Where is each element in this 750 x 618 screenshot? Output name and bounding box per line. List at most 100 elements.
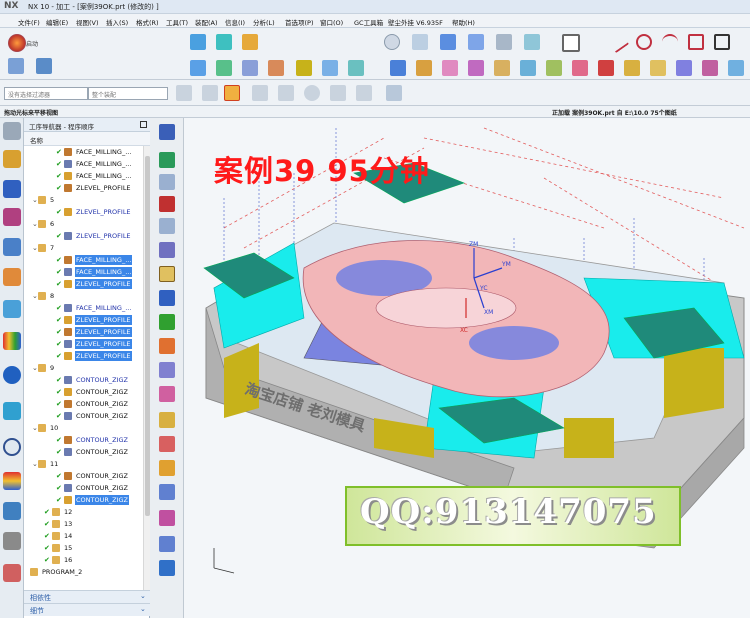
tree-operation[interactable]: ✔ ZLEVEL_PROFILE [24,350,142,362]
snap-icon[interactable] [36,58,52,74]
expand-toggle-icon[interactable]: ⌄ [32,291,38,301]
menu-edit[interactable]: 编辑(E) [46,17,68,27]
subtract-icon[interactable] [624,60,640,76]
contour-icon[interactable] [159,218,175,234]
menu-preferences[interactable]: 首选项(P) [285,17,314,27]
tree-group[interactable]: ✔ 13 [24,518,142,530]
tree-group[interactable]: ⌄ 10 [24,422,142,434]
tree-operation[interactable]: ✔ ZLEVEL_PROFILE [24,230,142,242]
tree-group[interactable]: ⌄ 6 [24,218,142,230]
copy-icon[interactable] [159,484,175,500]
view-iso-icon[interactable] [440,34,456,50]
tree-operation[interactable]: ✔ CONTOUR_ZIGZ [24,470,142,482]
select-chain-icon[interactable] [202,85,218,101]
create-tool-icon[interactable] [216,34,232,50]
tree-operation[interactable]: ✔ CONTOUR_ZIGZ [24,446,142,458]
zlevel-icon[interactable] [159,196,175,212]
name-column-header[interactable]: 名称 [24,132,150,146]
tree-operation[interactable]: ✔ ZLEVEL_PROFILE [24,206,142,218]
tree-operation[interactable]: ✔ ZLEVEL_PROFILE [24,182,142,194]
mill-icon[interactable] [159,124,175,140]
menu-format[interactable]: 格式(R) [136,17,159,27]
select-filter-icon[interactable] [176,85,192,101]
cavity-icon[interactable] [159,174,175,190]
gear-icon[interactable] [159,266,175,282]
tree-operation[interactable]: ✔ ZLEVEL_PROFILE [24,326,142,338]
shell-icon[interactable] [520,60,536,76]
tree-operation[interactable]: ✔ CONTOUR_ZIGZ [24,434,142,446]
details-panel[interactable]: 细节 ⌄ [24,603,150,616]
tree-group[interactable]: ⌄ 8 [24,290,142,302]
tree-group[interactable]: ⌄ 7 [24,242,142,254]
tree-group[interactable]: PROGRAM_2 [24,566,142,578]
tree-group[interactable]: ✔ 15 [24,542,142,554]
name-icon[interactable] [159,290,175,306]
extrude-icon[interactable] [416,60,432,76]
rotate-icon[interactable] [412,34,428,50]
tree-operation[interactable]: ✔ ZLEVEL_PROFILE [24,278,142,290]
history-icon[interactable] [3,300,21,318]
start-label[interactable]: 启动 [26,39,38,48]
palette-icon[interactable] [3,332,21,350]
tree-operation[interactable]: ✔ CONTOUR_ZIGZ [24,398,142,410]
navigator-scrollbar[interactable] [143,146,150,590]
filter-select[interactable]: 没有选择过滤器 [4,87,88,100]
expand-toggle-icon[interactable]: ⌄ [32,243,38,253]
verify-path-icon[interactable] [216,60,232,76]
offset-icon[interactable] [546,60,562,76]
line-icon[interactable] [606,30,630,54]
arc-icon[interactable] [662,34,678,50]
point-icon[interactable] [252,85,268,101]
paste-icon[interactable] [159,510,175,526]
settings-icon[interactable] [3,122,21,140]
tree-operation[interactable]: ✔ FACE_MILLING_... [24,254,142,266]
clock-icon[interactable] [3,438,21,456]
blue-tool-icon[interactable] [159,536,175,552]
menu-window[interactable]: 窗口(O) [320,17,343,27]
system-icon[interactable] [3,532,21,550]
roles-icon[interactable] [3,472,21,490]
generate-path-icon[interactable] [190,60,206,76]
expand-toggle-icon[interactable]: ⌄ [32,219,38,229]
view-top-icon[interactable] [524,34,540,50]
yellow-icon[interactable] [159,460,175,476]
tree-group[interactable]: ⌄ 11 [24,458,142,470]
tree-operation[interactable]: ✔ CONTOUR_ZIGZ [24,482,142,494]
cross-icon[interactable] [330,85,346,101]
plunge-icon[interactable] [159,412,175,428]
rectangle-icon[interactable] [688,34,704,50]
tree-group[interactable]: ✔ 14 [24,530,142,542]
cube-icon[interactable] [390,60,406,76]
tools-icon[interactable] [3,502,21,520]
measure-icon[interactable] [728,60,744,76]
tree-operation[interactable]: ✔ FACE_MILLING_... [24,170,142,182]
geometry-view-icon[interactable] [3,208,21,226]
tree-operation[interactable]: ✔ FACE_MILLING_... [24,266,142,278]
menu-info[interactable]: 信息(I) [225,17,245,27]
expand-toggle-icon[interactable]: ⌄ [32,423,38,433]
simulate-icon[interactable] [348,60,364,76]
start-icon[interactable] [8,34,26,52]
menu-insert[interactable]: 插入(S) [106,17,128,27]
menu-file[interactable]: 文件(F) [18,17,40,27]
assembly-select[interactable]: 整个装配 [88,87,168,100]
drill-icon[interactable] [159,242,175,258]
menu-analysis[interactable]: 分析(L) [253,17,275,27]
toolpath-icon[interactable] [159,338,175,354]
tree-operation[interactable]: ✔ CONTOUR_ZIGZ [24,374,142,386]
menu-view[interactable]: 视图(V) [76,17,99,27]
verify-icon[interactable] [159,362,175,378]
circle-icon[interactable] [636,34,652,50]
expand-toggle-icon[interactable]: ⌄ [32,195,38,205]
menu-tools[interactable]: 工具(T) [166,17,188,27]
box-icon[interactable] [714,34,730,50]
dependencies-panel[interactable]: 相依性 ⌄ [24,590,150,603]
tree-group[interactable]: ⌄ 5 [24,194,142,206]
operation-name-icon[interactable] [159,560,175,576]
fixture-icon[interactable] [322,60,338,76]
zoom-icon[interactable] [384,34,400,50]
render-style-icon[interactable] [562,34,580,52]
tree-operation[interactable]: ✔ CONTOUR_ZIGZ [24,386,142,398]
list-icon[interactable] [159,436,175,452]
tree-operation[interactable]: ✔ CONTOUR_ZIGZ [24,410,142,422]
